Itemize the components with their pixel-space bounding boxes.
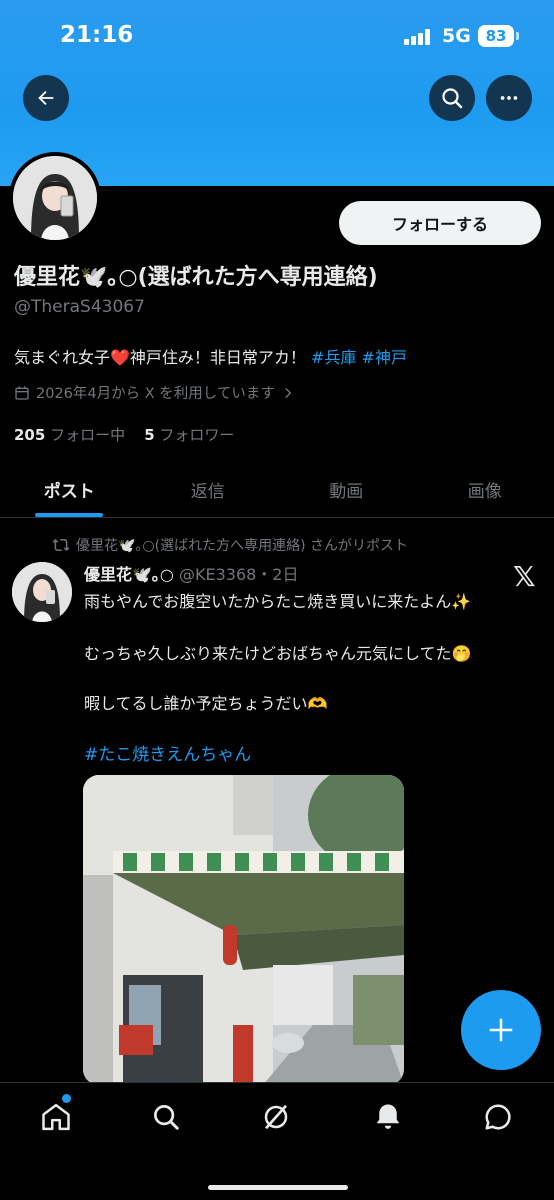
home-unread-dot	[62, 1094, 71, 1103]
battery-tip	[516, 32, 519, 40]
bio-hashtag[interactable]: #神戸	[362, 348, 407, 367]
tab-images[interactable]: 画像	[416, 462, 554, 517]
followers-count: 5	[144, 426, 155, 444]
messages-icon	[485, 1104, 511, 1130]
follow-stats: 205 フォロー中 5 フォロワー	[14, 424, 234, 445]
compose-button[interactable]	[461, 990, 541, 1070]
bio-text: 気まぐれ女子❤️神戸住み！非日常アカ！	[14, 348, 306, 367]
street-photo	[83, 775, 404, 1085]
profile-tabs: ポスト 返信 動画 画像	[0, 462, 554, 518]
notifications-icon	[376, 1104, 400, 1129]
repost-label: 優里花🕊️｡○(選ばれた方へ専用連絡) さんがリポスト	[76, 538, 409, 554]
profile-avatar[interactable]	[9, 152, 101, 244]
post-header: 優里花🕊️｡○ @KE3368・2日	[84, 561, 299, 585]
following-link[interactable]: 205 フォロー中	[14, 426, 125, 444]
post-handle-time: @KE3368・2日	[178, 565, 299, 584]
tab-replies[interactable]: 返信	[139, 462, 278, 517]
search-icon	[442, 88, 463, 109]
nav-notifications[interactable]	[358, 1097, 418, 1137]
follow-button[interactable]: フォローする	[339, 201, 541, 245]
bottom-navigation	[0, 1082, 554, 1200]
post-avatar[interactable]	[12, 562, 72, 622]
tab-videos[interactable]: 動画	[277, 462, 416, 517]
post-text-line: むっちゃ久しぶり来たけどおばちゃん元気にしてた🤭	[84, 644, 472, 663]
following-label: フォロー中	[50, 426, 126, 444]
display-name: 優里花🕊️｡○(選ばれた方へ専用連絡)	[14, 265, 378, 290]
joined-date[interactable]: 2026年4月から X を利用しています	[14, 382, 295, 403]
avatar-photo	[12, 562, 72, 622]
nav-search[interactable]	[136, 1097, 196, 1137]
nav-home[interactable]	[26, 1097, 86, 1137]
tab-posts[interactable]: ポスト	[0, 462, 139, 517]
search-button[interactable]	[429, 75, 475, 121]
search-icon	[154, 1105, 179, 1130]
bio-hashtag[interactable]: #兵庫	[311, 348, 356, 367]
signal-icon	[404, 29, 432, 45]
post-text-line: 雨もやんでお腹空いたからたこ焼き買いに来たよん✨	[84, 592, 472, 611]
home-indicator	[208, 1185, 348, 1190]
back-button[interactable]	[23, 75, 69, 121]
joined-text: 2026年4月から X を利用しています	[36, 386, 275, 402]
calendar-icon	[15, 385, 29, 400]
grok-icon	[264, 1104, 288, 1130]
chevron-right-icon	[285, 387, 292, 398]
post-text-line: 暇してるし誰か予定ちょうだい🫶	[84, 694, 328, 713]
plus-icon	[489, 1018, 513, 1042]
avatar-photo	[13, 156, 97, 240]
home-icon	[42, 1103, 70, 1131]
profile-handle: @TheraS43067	[14, 297, 145, 317]
back-arrow-icon	[38, 90, 54, 106]
nav-messages[interactable]	[468, 1097, 528, 1137]
repost-icon	[52, 538, 70, 552]
nav-grok[interactable]	[246, 1097, 306, 1137]
status-time: 21:16	[60, 22, 134, 48]
post-author-name[interactable]: 優里花🕊️｡○	[84, 565, 174, 584]
battery-icon: 83	[478, 25, 514, 47]
x-logo-icon: 𝕏	[513, 560, 536, 593]
followers-link[interactable]: 5 フォロワー	[144, 426, 234, 444]
more-button[interactable]	[486, 75, 532, 121]
post-hashtag[interactable]: #たこ焼きえんちゃん	[84, 740, 251, 765]
status-bar: 21:16 5G 83	[0, 0, 554, 70]
post-media-image[interactable]	[83, 775, 404, 1085]
followers-label: フォロワー	[159, 426, 235, 444]
repost-indicator: 優里花🕊️｡○(選ばれた方へ専用連絡) さんがリポスト	[52, 535, 408, 555]
network-type: 5G	[442, 25, 471, 47]
more-icon	[500, 96, 518, 100]
following-count: 205	[14, 426, 46, 444]
profile-bio: 気まぐれ女子❤️神戸住み！非日常アカ！ #兵庫 #神戸	[14, 344, 407, 368]
